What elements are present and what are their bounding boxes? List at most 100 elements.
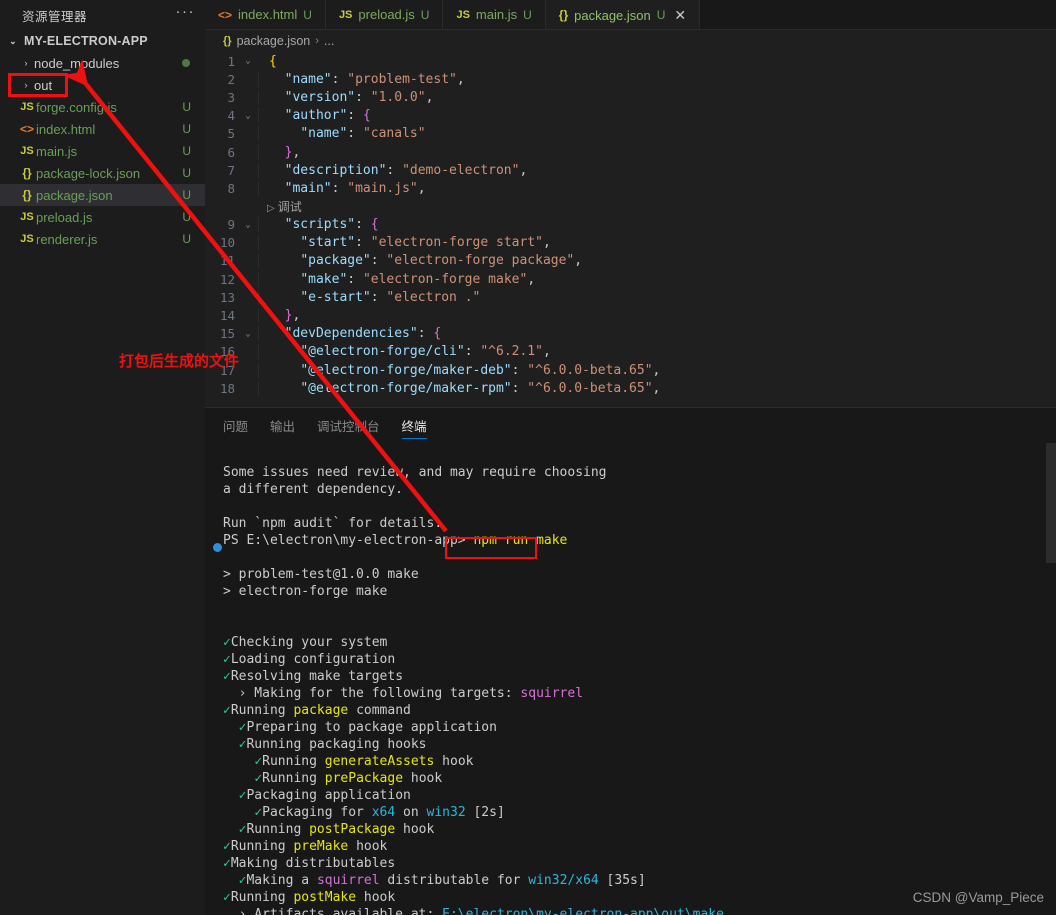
- tab-label: preload.js: [358, 7, 415, 22]
- tab-index-html[interactable]: <> index.html U: [205, 0, 326, 29]
- code-line: 9 ⌄ "scripts": {: [205, 216, 1056, 234]
- terminal-line: ✓Running packaging hooks: [238, 737, 427, 752]
- chevron-right-icon: ›: [315, 35, 319, 47]
- terminal-line: › Artifacts available at: E:\electron\my…: [223, 907, 724, 915]
- code-text: "package": "electron-forge package",: [258, 253, 582, 269]
- command-decoration-icon[interactable]: [213, 543, 222, 552]
- code-content: 1 ⌄{2 "name": "problem-test", 3 "version":…: [205, 52, 1056, 397]
- tab-git-badge: U: [303, 7, 312, 22]
- breadcrumb[interactable]: {} package.json › ...: [205, 30, 1056, 52]
- code-line: 6 },: [205, 143, 1056, 161]
- tree-item-label: package-lock.json: [36, 165, 141, 181]
- tree-item-label: node_modules: [34, 55, 120, 71]
- line-number: 11: [219, 253, 235, 269]
- tree-item-label: main.js: [36, 143, 78, 159]
- breadcrumb-file[interactable]: package.json: [237, 34, 311, 48]
- line-number: 4: [227, 108, 235, 124]
- tab-preload-js[interactable]: JS preload.js U: [325, 0, 444, 29]
- watermark: CSDN @Vamp_Piece: [912, 890, 1044, 905]
- tree-item-index-html[interactable]: <> index.html U: [0, 118, 205, 140]
- terminal-line: ✓Making distributables: [223, 856, 396, 871]
- tab-git-badge: U: [420, 7, 430, 22]
- panel-tab-问题[interactable]: 问题: [223, 408, 248, 443]
- tree-item-out[interactable]: › out: [0, 74, 205, 96]
- line-number: 10: [219, 235, 235, 251]
- tab-label: package.json: [574, 7, 651, 23]
- terminal-line: Some issues need review, and may require…: [223, 465, 607, 480]
- tree-item-node_modules[interactable]: › node_modules: [0, 52, 205, 74]
- tree-item-main-js[interactable]: JS main.js U: [0, 140, 205, 162]
- code-line: 15 ⌄ "devDependencies": {: [205, 325, 1056, 343]
- terminal-line: Run `npm audit` for details.: [223, 516, 443, 531]
- code-line: 12 "make": "electron-forge make",: [205, 270, 1056, 288]
- code-line: 13 "e-start": "electron .": [205, 288, 1056, 306]
- git-status-badge: U: [182, 232, 191, 246]
- tree-item-label: renderer.js: [36, 231, 98, 247]
- json-icon: {}: [22, 188, 32, 202]
- js-icon: JS: [20, 233, 34, 245]
- code-text: "@electron-forge/maker-rpm": "^6.0.0-bet…: [258, 380, 660, 396]
- tab-main-js[interactable]: JS main.js U: [443, 0, 546, 29]
- code-text: "@electron-forge/cli": "^6.2.1",: [258, 344, 551, 360]
- tab-package-json[interactable]: {} package.json U ✕: [545, 0, 701, 29]
- code-line: 11 "package": "electron-forge package",: [205, 252, 1056, 270]
- more-actions-icon[interactable]: ···: [176, 4, 196, 22]
- terminal-line: ✓Preparing to package application: [238, 720, 497, 735]
- terminal-line: ✓Checking your system: [223, 635, 388, 650]
- js-icon: JS: [20, 211, 34, 223]
- terminal-line: PS E:\electron\my-electron-app> npm run …: [223, 533, 568, 548]
- terminal-lines: Some issues need review, and may require…: [223, 465, 1056, 915]
- terminal-line: ✓Loading configuration: [223, 652, 396, 667]
- chevron-right-icon: ›: [24, 80, 28, 90]
- terminal-output[interactable]: Some issues need review, and may require…: [205, 443, 1056, 915]
- terminal-line: ✓Packaging application: [238, 788, 411, 803]
- code-text: "make": "electron-forge make",: [258, 271, 535, 287]
- folder-status-dot-icon: [182, 59, 190, 67]
- play-icon: ▷: [267, 203, 275, 214]
- panel-tab-输出[interactable]: 输出: [270, 408, 295, 443]
- tree-item-renderer-js[interactable]: JS renderer.js U: [0, 228, 205, 250]
- terminal-line: ✓Running postPackage hook: [238, 822, 435, 837]
- tab-label: index.html: [238, 7, 298, 22]
- tab-git-badge: U: [656, 8, 666, 22]
- codelens-debug[interactable]: ▷ 调试: [205, 198, 1056, 216]
- code-line: 7 "description": "demo-electron",: [205, 161, 1056, 179]
- code-line: 5 "name": "canals": [205, 125, 1056, 143]
- code-line: 8 "main": "main.js",: [205, 179, 1056, 197]
- code-line: 4 ⌄ "author": {: [205, 107, 1056, 125]
- line-number: 8: [227, 180, 235, 196]
- tree-item-preload-js[interactable]: JS preload.js U: [0, 206, 205, 228]
- codelens-label[interactable]: ▷ 调试: [267, 198, 302, 215]
- js-icon: JS: [20, 101, 34, 113]
- code-line: 3 "version": "1.0.0",: [205, 88, 1056, 106]
- tree-item-package-json[interactable]: {} package.json U: [0, 184, 205, 206]
- fold-icon[interactable]: ⌄: [239, 220, 257, 230]
- panel-tab-调试控制台[interactable]: 调试控制台: [317, 408, 380, 443]
- tree-item-forge-config-js[interactable]: JS forge.config.js U: [0, 96, 205, 118]
- line-number: 7: [227, 162, 235, 178]
- fold-icon[interactable]: ⌄: [239, 329, 257, 339]
- code-editor[interactable]: 1 ⌄{2 "name": "problem-test", 3 "version":…: [205, 52, 1056, 407]
- terminal-line: > electron-forge make: [223, 584, 388, 599]
- line-number: 5: [227, 126, 235, 142]
- code-line: 18 "@electron-forge/maker-rpm": "^6.0.0-…: [205, 379, 1056, 397]
- breadcrumb-rest[interactable]: ...: [324, 34, 334, 48]
- terminal-line: a different dependency.: [223, 482, 404, 497]
- terminal-line: ✓Making a squirrel distributable for win…: [238, 873, 646, 888]
- panel-tab-bar: 问题 输出 调试控制台 终端: [205, 408, 1056, 443]
- fold-icon[interactable]: ⌄: [239, 111, 257, 121]
- panel-tab-终端[interactable]: 终端: [401, 408, 427, 443]
- fold-icon[interactable]: ⌄: [239, 56, 257, 66]
- git-status-badge: U: [182, 100, 191, 114]
- tree-item-package-lock-json[interactable]: {} package-lock.json U: [0, 162, 205, 184]
- terminal-line: ✓Resolving make targets: [223, 669, 404, 684]
- close-icon[interactable]: ✕: [674, 7, 686, 24]
- code-text: },: [258, 308, 300, 324]
- workspace-root-row[interactable]: ⌄ MY-ELECTRON-APP: [0, 30, 205, 52]
- explorer-header: 资源管理器 ···: [0, 0, 205, 30]
- tab-git-badge: U: [523, 7, 532, 22]
